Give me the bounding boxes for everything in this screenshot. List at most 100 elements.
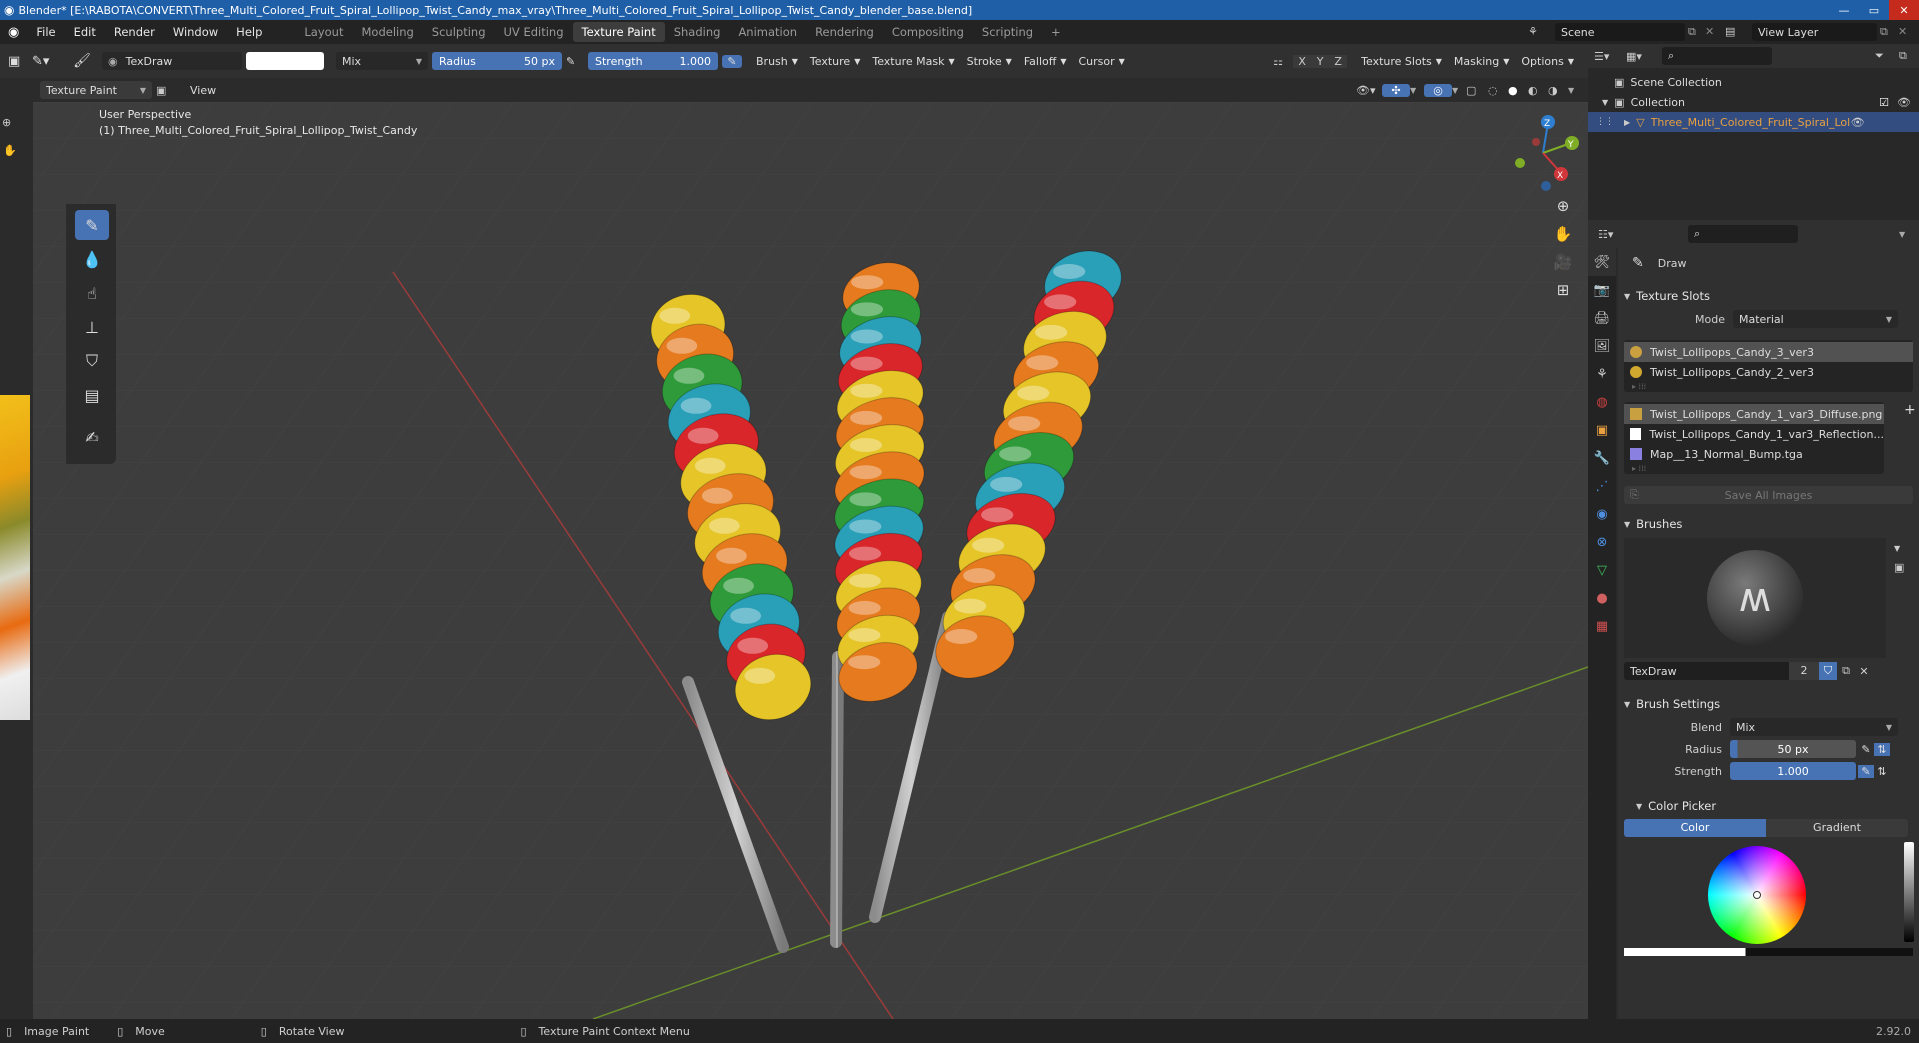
menu-cursor[interactable]: Cursor ▼ [1072, 55, 1130, 68]
3d-viewport[interactable]: ✎ 💧 ☝ ⊥ ⛉ ▤ ✍ User Perspective (1) Three… [33, 102, 1588, 1019]
tab-modeling[interactable]: Modeling [352, 22, 422, 42]
unlink-brush-icon[interactable]: ✕ [1855, 665, 1873, 678]
brush-color-swatch[interactable] [246, 52, 324, 70]
menu-masking[interactable]: Masking ▼ [1448, 55, 1516, 68]
shading-dropdown-icon[interactable]: ▼ [1568, 86, 1582, 95]
save-all-images-button[interactable]: ⎘ Save All Images [1624, 486, 1913, 504]
brush-name-field[interactable]: TexDraw [1624, 662, 1789, 680]
pan-view-icon[interactable]: ✋ [1551, 222, 1575, 246]
expand-arrow-icon[interactable]: ▶ [1624, 118, 1630, 127]
material-tab-icon[interactable]: ● [1588, 584, 1616, 612]
axis-x-toggle[interactable]: X [1293, 54, 1312, 68]
tab-sculpting[interactable]: Sculpting [423, 22, 495, 42]
axis-z-toggle[interactable]: Z [1329, 54, 1348, 68]
display-mode-icon[interactable]: ▦▾ [1626, 50, 1654, 63]
menu-view[interactable]: View [184, 84, 222, 97]
gizmo-dropdown-icon[interactable]: ▼ [1410, 86, 1424, 95]
menu-texture[interactable]: Texture ▼ [804, 55, 866, 68]
brush-users-count[interactable]: 2 [1789, 662, 1819, 680]
list-resize-handle[interactable]: ▸ ⁞⁞⁞ [1624, 464, 1884, 473]
annotate-tool-button[interactable]: ✍ [75, 422, 109, 452]
image-slot-item[interactable]: Map__13_Normal_Bump.tga [1624, 444, 1884, 464]
color-wheel[interactable] [1708, 846, 1806, 944]
eye-icon[interactable]: 👁 [1897, 96, 1911, 109]
viewport-scene[interactable] [33, 102, 1588, 1019]
color-value-bar[interactable] [1624, 948, 1913, 956]
data-tab-icon[interactable]: ▽ [1588, 556, 1616, 584]
menu-stroke[interactable]: Stroke ▼ [961, 55, 1018, 68]
new-collection-icon[interactable]: ⧉ [1899, 49, 1919, 63]
object-tab-icon[interactable]: ▣ [1588, 416, 1616, 444]
lollipop-middle-candy[interactable] [827, 253, 932, 711]
brush-preview-tile[interactable]: ʍ [1624, 538, 1886, 658]
tab-compositing[interactable]: Compositing [883, 22, 973, 42]
delete-scene-icon[interactable]: ✕ [1705, 25, 1714, 38]
filter-icon[interactable]: ⏷ [1875, 49, 1899, 63]
tab-rendering[interactable]: Rendering [806, 22, 883, 42]
outliner-scene-collection[interactable]: ▣ Scene Collection [1588, 72, 1919, 92]
visibility-icon[interactable]: 👁▾ [1356, 84, 1382, 97]
outliner-editor-icon[interactable]: ☰▾ [1594, 50, 1626, 63]
texture-tab-icon[interactable]: ▦ [1588, 612, 1616, 640]
blend-dropdown[interactable]: Mix ▼ [1730, 718, 1898, 736]
brush-menu-icon[interactable]: ▼ [1894, 544, 1904, 553]
brush-paint-icon[interactable]: 🖌 [62, 53, 102, 69]
strength-pressure-icon[interactable]: ✎ [1858, 764, 1874, 778]
view-layer-icon[interactable]: ▤ [1725, 25, 1735, 38]
tab-color[interactable]: Color [1624, 819, 1766, 837]
tool-icon[interactable]: ✎▾ [32, 54, 62, 69]
strength-settings-slider[interactable]: 1.000 [1730, 762, 1856, 780]
duplicate-brush-icon[interactable]: ⧉ [1837, 664, 1855, 678]
brush-image-icon[interactable]: ▣ [1894, 561, 1904, 574]
xray-icon[interactable]: ▢ [1466, 84, 1488, 97]
color-wheel-cursor[interactable] [1753, 891, 1761, 899]
brush-selector[interactable]: ◉ TexDraw [102, 52, 242, 70]
symmetry-icon[interactable]: ⚏ [1273, 55, 1293, 68]
radius-pressure-icon[interactable]: ✎ [566, 55, 584, 68]
material-slot-item[interactable]: Twist_Lollipops_Candy_3_ver3 [1624, 342, 1913, 362]
material-slot-item[interactable]: Twist_Lollipops_Candy_2_ver3 [1624, 362, 1913, 382]
shading-solid-icon[interactable]: ● [1508, 84, 1528, 97]
gizmo-icon[interactable]: ✣ [1382, 83, 1410, 97]
tab-shading[interactable]: Shading [665, 22, 730, 42]
eye-icon[interactable]: 👁 [1851, 116, 1865, 129]
properties-options-icon[interactable]: ▼ [1899, 230, 1919, 239]
clone-tool-button[interactable]: ⊥ [75, 312, 109, 342]
brush-settings-section[interactable]: ▼ Brush Settings [1618, 692, 1919, 716]
physics-tab-icon[interactable]: ◉ [1588, 500, 1616, 528]
new-scene-icon[interactable]: ⧉ [1688, 25, 1696, 39]
shading-material-icon[interactable]: ◐ [1528, 84, 1548, 97]
hand-icon[interactable]: ✋ [3, 144, 17, 157]
color-picker-section[interactable]: ▼ Color Picker [1618, 794, 1919, 818]
overlay-dropdown-icon[interactable]: ▼ [1452, 86, 1466, 95]
output-tab-icon[interactable]: 🖨 [1588, 304, 1616, 332]
tool-tab-icon[interactable]: 🛠 [1588, 248, 1616, 276]
tab-scripting[interactable]: Scripting [973, 22, 1042, 42]
value-slider[interactable] [1904, 842, 1914, 942]
shading-rendered-icon[interactable]: ◑ [1548, 84, 1568, 97]
mode-dropdown-slots[interactable]: Material ▼ [1733, 310, 1898, 328]
lollipop-middle-stick[interactable] [830, 651, 844, 948]
minimize-button[interactable]: — [1829, 0, 1859, 20]
overlay-icon[interactable]: ◎ [1424, 83, 1452, 97]
add-slot-icon[interactable]: + [1904, 402, 1916, 478]
world-tab-icon[interactable]: ◍ [1588, 388, 1616, 416]
menu-window[interactable]: Window [164, 25, 227, 39]
tab-texture-paint[interactable]: Texture Paint [572, 22, 665, 42]
outliner-collection[interactable]: ▼ ▣ Collection ☑ 👁 [1588, 92, 1919, 112]
scene-tab-icon[interactable]: ⚘ [1588, 360, 1616, 388]
constraints-tab-icon[interactable]: ⊗ [1588, 528, 1616, 556]
fake-user-icon[interactable]: ⛉ [1819, 662, 1837, 680]
new-view-layer-icon[interactable]: ⧉ [1880, 25, 1888, 39]
ortho-toggle-icon[interactable]: ⊞ [1551, 278, 1575, 302]
properties-editor-icon[interactable]: ☷▾ [1598, 228, 1628, 241]
smear-tool-button[interactable]: ☝ [75, 278, 109, 308]
close-button[interactable]: ✕ [1889, 0, 1919, 20]
menu-texture-mask[interactable]: Texture Mask ▼ [866, 55, 960, 68]
menu-options[interactable]: Options ▼ [1515, 55, 1580, 68]
draw-tool-button[interactable]: ✎ [75, 210, 109, 240]
mask-tool-button[interactable]: ▤ [75, 380, 109, 410]
menu-brush[interactable]: Brush ▼ [750, 55, 804, 68]
particles-tab-icon[interactable]: ⋰ [1588, 472, 1616, 500]
blender-menu-icon[interactable]: ◉ [0, 25, 27, 40]
